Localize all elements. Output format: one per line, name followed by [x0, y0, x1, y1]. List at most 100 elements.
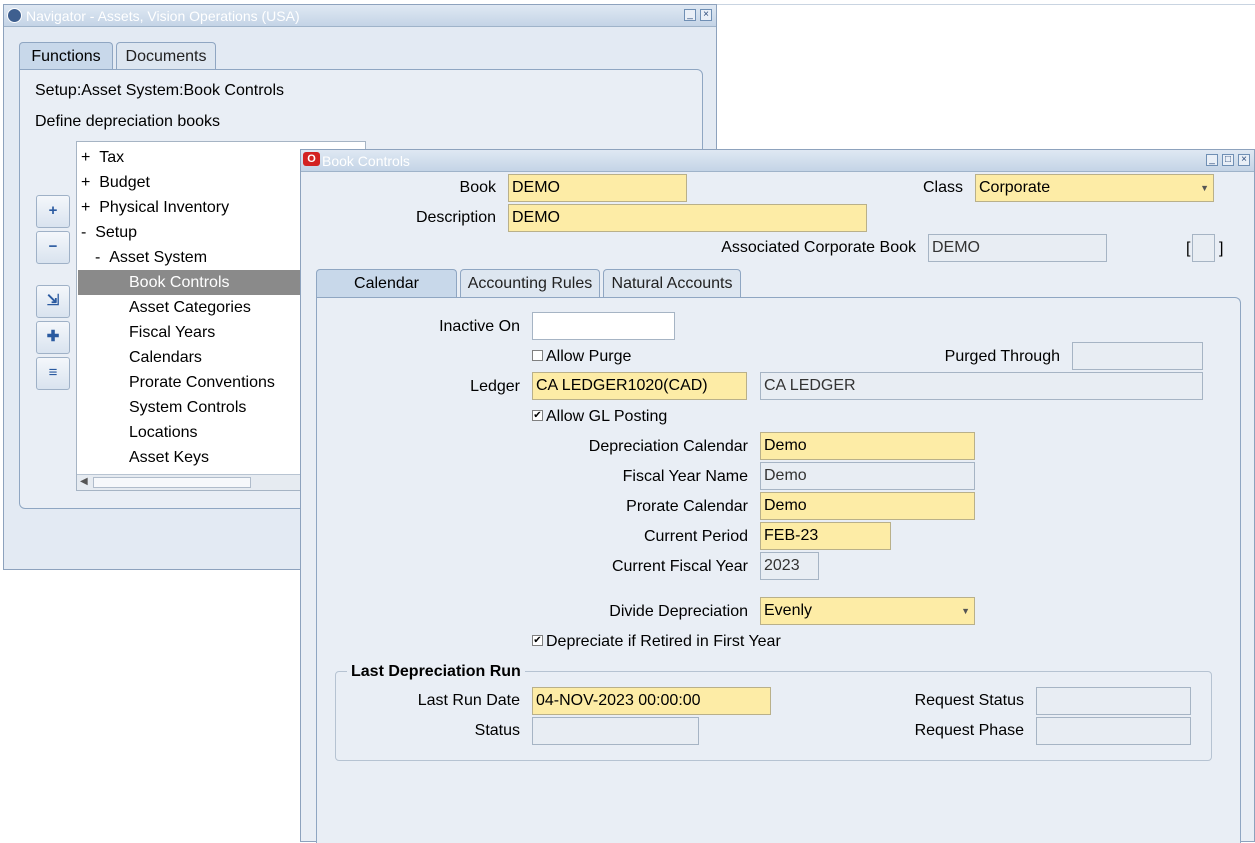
tree-label: Calendars [129, 349, 202, 366]
last-run-date-field[interactable]: 04-NOV-2023 00:00:00 [532, 687, 771, 715]
status-label: Status [474, 722, 520, 739]
depreciate-if-retired-label: Depreciate if Retired in First Year [546, 633, 781, 650]
status-field[interactable] [532, 717, 699, 745]
navigator-title: Navigator - Assets, Vision Operations (U… [26, 8, 300, 24]
minimize-icon[interactable]: _ [684, 9, 696, 21]
tree-item-asset-system[interactable]: - Asset System [95, 245, 207, 270]
collapse-all-button[interactable]: ≡ [36, 357, 70, 390]
assoc-corporate-book-field[interactable]: DEMO [928, 234, 1107, 262]
tab-documents[interactable]: Documents [116, 42, 216, 71]
tree-item-system-controls[interactable]: System Controls [129, 395, 246, 420]
book-controls-titlebar[interactable]: O Book Controls _ □ × [301, 150, 1254, 172]
divide-depreciation-select[interactable]: Evenly ▼ [760, 597, 975, 625]
fiscal-year-name-label: Fiscal Year Name [622, 468, 748, 485]
class-value: Corporate [979, 179, 1051, 196]
expand-icon[interactable]: + [81, 149, 90, 166]
tree-item-asset-categories[interactable]: Asset Categories [129, 295, 251, 320]
expand-icon[interactable]: + [81, 199, 90, 216]
current-fiscal-year-label: Current Fiscal Year [611, 558, 748, 575]
minimize-icon[interactable]: _ [1206, 154, 1218, 166]
tree-label: Physical Inventory [99, 199, 230, 216]
tree-label: Budget [99, 174, 150, 191]
tree-item-asset-keys[interactable]: Asset Keys [129, 445, 209, 470]
expand-button[interactable]: + [36, 195, 70, 228]
close-icon[interactable]: × [700, 9, 712, 21]
tree-label: Locations [129, 424, 198, 441]
book-controls-window: O Book Controls _ □ × Book DEMO Class Co… [300, 149, 1255, 843]
descriptive-flexfield[interactable] [1192, 234, 1215, 262]
tree-label: System Controls [129, 399, 247, 416]
tree-label: Prorate Conventions [129, 374, 275, 391]
expand-all-button[interactable]: ✚ [36, 321, 70, 354]
tree-item-tax[interactable]: + Tax [81, 145, 124, 170]
close-icon[interactable]: × [1238, 154, 1250, 166]
purged-through-label: Purged Through [944, 348, 1060, 365]
current-fiscal-year-field[interactable]: 2023 [760, 552, 819, 580]
depreciate-if-retired-checkbox[interactable]: ✔ [532, 635, 543, 646]
description-label: Description [415, 209, 496, 226]
class-select[interactable]: Corporate ▼ [975, 174, 1214, 202]
tree-label: Book Controls [129, 274, 230, 291]
book-label: Book [459, 179, 496, 196]
prorate-calendar-label: Prorate Calendar [626, 498, 748, 515]
tree-label: Asset Categories [129, 299, 251, 316]
collapse-icon[interactable]: - [95, 249, 100, 266]
expand-branch-button[interactable]: ⇲ [36, 285, 70, 318]
book-field[interactable]: DEMO [508, 174, 687, 202]
tree-item-prorate-conventions[interactable]: Prorate Conventions [129, 370, 275, 395]
allow-purge-label: Allow Purge [546, 348, 632, 365]
dropdown-arrow-icon[interactable]: ▼ [1200, 175, 1209, 201]
dropdown-arrow-icon[interactable]: ▼ [961, 598, 970, 624]
allow-gl-posting-checkbox[interactable]: ✔ [532, 410, 543, 421]
function-path: Setup:Asset System:Book Controls [35, 82, 284, 99]
tree-item-locations[interactable]: Locations [129, 420, 198, 445]
tree-item-physical-inventory[interactable]: + Physical Inventory [81, 195, 229, 220]
ledger-label: Ledger [470, 378, 520, 395]
inactive-on-label: Inactive On [439, 318, 520, 335]
depreciation-calendar-field[interactable]: Demo [760, 432, 975, 460]
tree-item-budget[interactable]: + Budget [81, 170, 150, 195]
book-controls-title: Book Controls [322, 153, 410, 169]
oracle-logo-icon [7, 8, 22, 23]
collapse-icon[interactable]: - [81, 224, 86, 241]
last-depreciation-run-title: Last Depreciation Run [347, 663, 525, 681]
expand-icon[interactable]: + [81, 174, 90, 191]
desktop-divider [717, 4, 1255, 5]
tree-label: Asset System [109, 249, 208, 266]
purged-through-field[interactable] [1072, 342, 1203, 370]
ledger-name-field[interactable]: CA LEDGER [760, 372, 1203, 400]
maximize-icon[interactable]: □ [1222, 154, 1234, 166]
request-phase-field[interactable] [1036, 717, 1191, 745]
tab-calendar[interactable]: Calendar [316, 269, 457, 298]
class-label: Class [922, 179, 963, 196]
tree-label: Asset Keys [129, 449, 210, 466]
scroll-thumb[interactable] [93, 477, 251, 488]
scroll-left-icon[interactable]: ◀ [80, 476, 88, 487]
depreciation-calendar-label: Depreciation Calendar [588, 438, 748, 455]
tab-accounting-rules[interactable]: Accounting Rules [460, 269, 600, 298]
navigator-titlebar[interactable]: Navigator - Assets, Vision Operations (U… [4, 5, 716, 27]
oracle-forms-icon: O [303, 152, 320, 166]
request-status-field[interactable] [1036, 687, 1191, 715]
tree-label: Fiscal Years [129, 324, 216, 341]
allow-gl-posting-label: Allow GL Posting [546, 408, 668, 425]
fiscal-year-name-field[interactable]: Demo [760, 462, 975, 490]
request-phase-label: Request Phase [914, 722, 1024, 739]
ledger-field[interactable]: CA LEDGER1020(CAD) [532, 372, 747, 400]
divide-depreciation-value: Evenly [764, 602, 813, 619]
tab-functions[interactable]: Functions [19, 42, 113, 71]
prorate-calendar-field[interactable]: Demo [760, 492, 975, 520]
tree-item-setup[interactable]: - Setup [81, 220, 137, 245]
description-field[interactable]: DEMO [508, 204, 867, 232]
current-period-field[interactable]: FEB-23 [760, 522, 891, 550]
tree-item-calendars[interactable]: Calendars [129, 345, 202, 370]
request-status-label: Request Status [914, 692, 1024, 709]
collapse-button[interactable]: − [36, 231, 70, 264]
tree-item-fiscal-years[interactable]: Fiscal Years [129, 320, 215, 345]
allow-purge-checkbox[interactable] [532, 350, 543, 361]
tab-natural-accounts[interactable]: Natural Accounts [603, 269, 741, 298]
bracket-open: [ [1186, 240, 1191, 257]
inactive-on-field[interactable] [532, 312, 675, 340]
current-period-label: Current Period [643, 528, 748, 545]
divide-depreciation-label: Divide Depreciation [609, 603, 748, 620]
